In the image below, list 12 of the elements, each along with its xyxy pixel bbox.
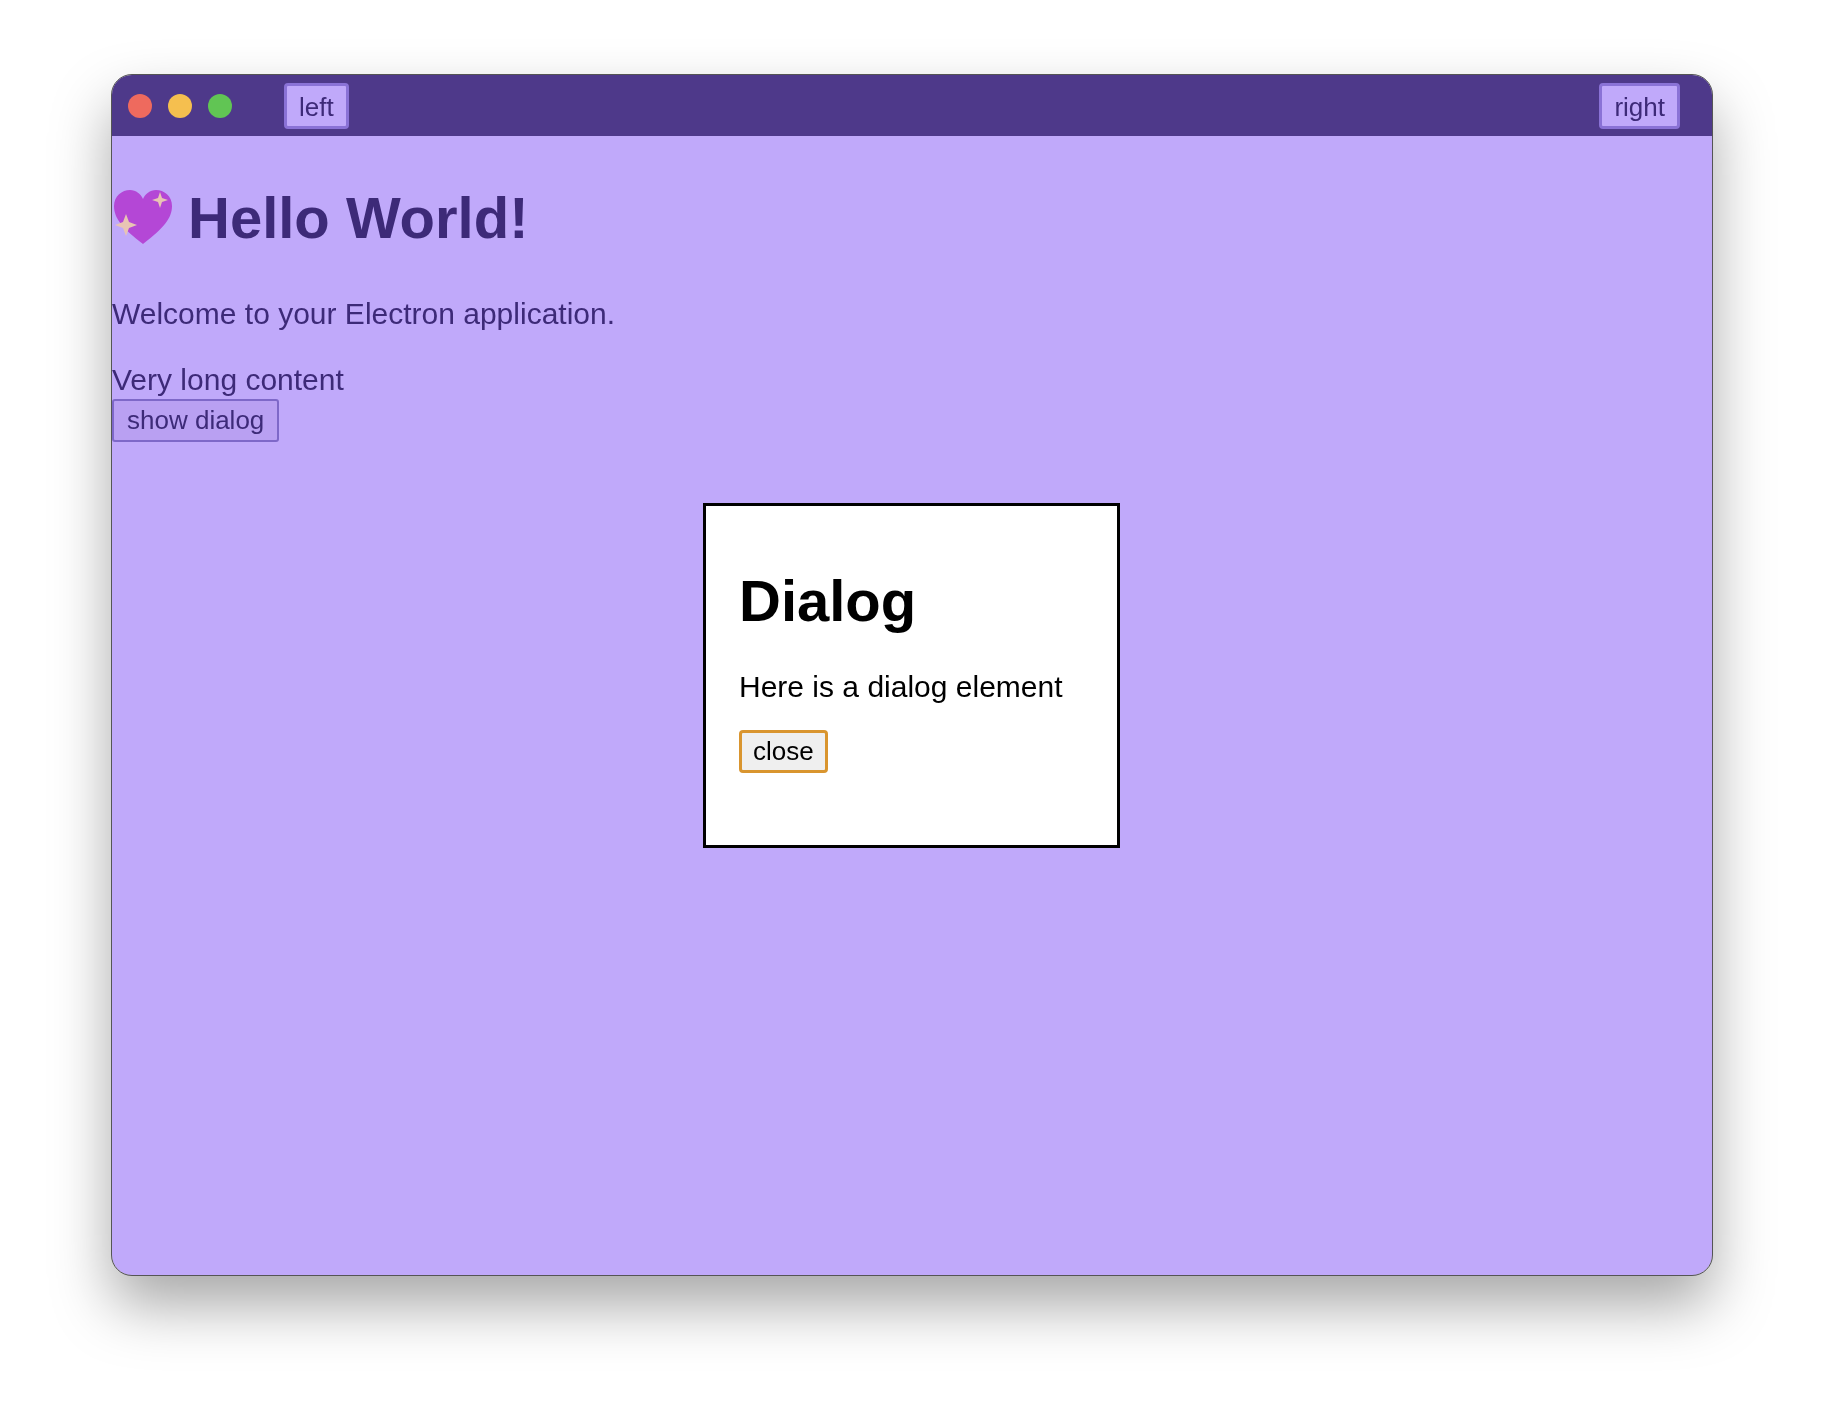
right-button[interactable]: right (1599, 82, 1680, 129)
dialog-title: Dialog (739, 567, 918, 635)
zoom-window-icon[interactable] (208, 93, 232, 118)
close-button[interactable]: close (739, 730, 828, 773)
left-button[interactable]: left (284, 82, 349, 129)
close-window-icon[interactable] (128, 93, 152, 118)
page-heading: Hello World! (188, 183, 529, 251)
body-text: Very long content (112, 363, 345, 397)
dialog-text: Here is a dialog element (739, 670, 1064, 704)
show-dialog-button[interactable]: show dialog (112, 399, 280, 442)
welcome-text: Welcome to your Electron application. (112, 297, 617, 331)
minimize-window-icon[interactable] (168, 93, 192, 118)
